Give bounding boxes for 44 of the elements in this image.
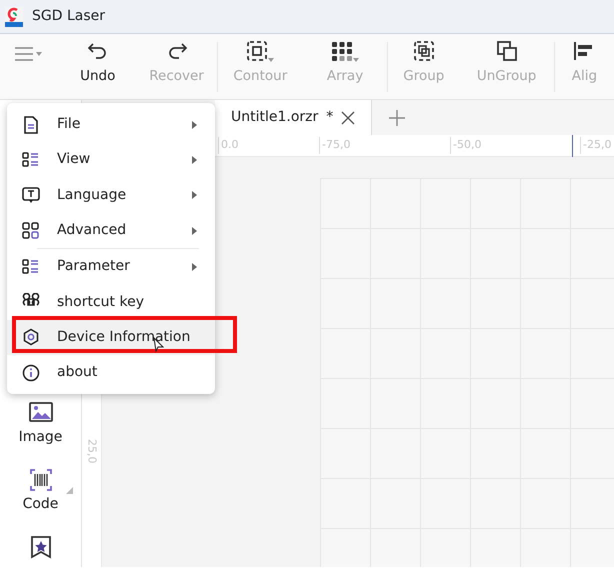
group-icon <box>412 40 435 62</box>
ruler-label: -50,0 <box>450 137 482 154</box>
menu-item[interactable]: Advanced <box>7 212 215 248</box>
ruler-label: 25,0 <box>84 439 100 464</box>
menu-item[interactable]: File <box>7 107 215 142</box>
menu-item[interactable]: View <box>7 142 215 178</box>
menu-item[interactable]: about <box>7 355 215 390</box>
app-logo-icon <box>4 6 24 28</box>
plus-icon <box>388 109 406 128</box>
ruler-label: 0.0 <box>218 137 238 154</box>
menu-item[interactable]: Language <box>7 178 215 213</box>
menu-item[interactable]: shortcut key <box>7 284 215 320</box>
caret-icon <box>36 52 42 56</box>
document-icon <box>22 116 40 134</box>
tab-title: Untitle1.orzr <box>231 108 318 127</box>
gear-icon <box>22 328 40 346</box>
modified-mark: * <box>326 108 334 127</box>
four-squares-icon <box>22 222 40 240</box>
toolbar-button[interactable]: Undo <box>59 34 136 92</box>
close-icon[interactable] <box>341 110 356 124</box>
tab[interactable]: Untitle1.orzr * <box>215 100 372 135</box>
submenu-arrow-icon <box>192 156 197 164</box>
ruler-marker <box>572 135 573 157</box>
menu-item[interactable]: Parameter <box>7 249 215 284</box>
info-icon <box>22 364 40 382</box>
list-icon <box>22 258 40 276</box>
submenu-arrow-icon <box>192 120 197 129</box>
window-title: SGD Laser <box>32 7 106 26</box>
submenu-arrow-icon <box>192 191 197 200</box>
bookmark-star-icon <box>28 535 52 559</box>
image-icon <box>28 401 52 425</box>
ruler-label: -75,0 <box>319 137 350 154</box>
submenu-arrow-icon <box>192 226 197 235</box>
menu-icon <box>14 46 34 62</box>
grid-dots-icon <box>331 40 354 62</box>
overlap-squares-icon <box>496 40 518 62</box>
tool-button[interactable]: Image <box>0 400 80 449</box>
tool-button[interactable]: Code <box>0 467 80 516</box>
submenu-arrow-icon <box>192 262 197 271</box>
text-screen-icon <box>22 186 40 204</box>
contour-icon <box>246 40 268 62</box>
list-icon <box>22 150 40 169</box>
ruler-label: -25,0 <box>580 137 612 154</box>
barcode-icon <box>28 468 52 492</box>
